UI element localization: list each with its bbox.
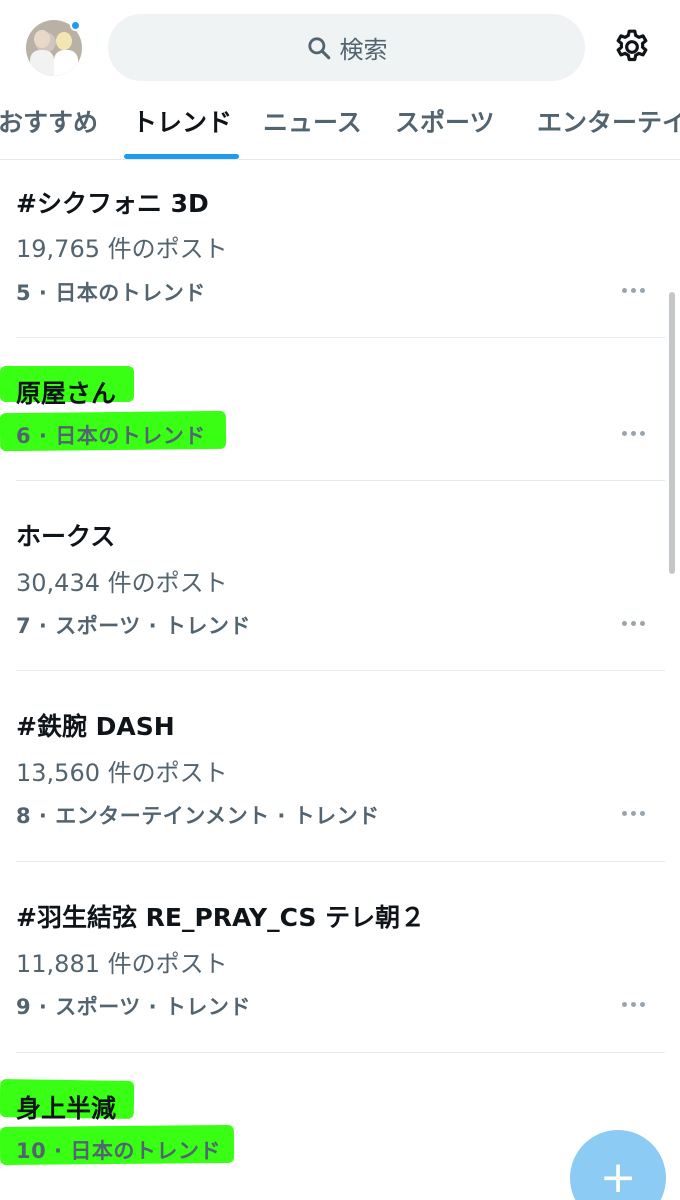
trend-item[interactable]: 原屋さん 6 · 日本のトレンド [0,338,665,480]
search-icon [307,36,330,59]
tab-recommended[interactable]: おすすめ [0,96,98,160]
more-icon[interactable] [622,284,654,296]
avatar-face [56,32,72,50]
trend-title: #羽生結弦 RE_PRAY_CS テレ朝２ [16,903,426,932]
more-icon[interactable] [622,807,654,819]
trend-context: 7 · スポーツ · トレンド [16,614,251,638]
trend-title: 身上半減 [16,1094,117,1123]
trend-context: 9 · スポーツ · トレンド [16,995,251,1019]
trend-item[interactable]: ホークス 30,434 件のポスト 7 · スポーツ · トレンド [0,481,665,671]
tab-trending[interactable]: トレンド [132,96,232,160]
trend-title: 原屋さん [16,379,117,408]
notification-dot [70,20,81,31]
trend-title: #鉄腕 DASH [16,712,175,741]
active-tab-indicator [124,154,239,159]
trend-title: #シクフォニ 3D [16,189,209,218]
trend-context: 5 · 日本のトレンド [16,281,206,305]
tab-news[interactable]: ニュース [263,96,362,160]
trend-title: ホークス [16,522,116,551]
search-placeholder: 検索 [339,36,388,64]
more-icon[interactable] [622,427,654,439]
more-icon[interactable] [622,617,654,629]
trend-item[interactable]: #シクフォニ 3D 19,765 件のポスト 5 · 日本のトレンド [0,160,665,338]
tab-bar: おすすめ トレンド ニュース スポーツ エンターテイ [0,96,680,160]
tab-sports[interactable]: スポーツ [395,96,495,160]
trend-context: 6 · 日本のトレンド [16,424,206,448]
avatar-face [34,30,50,48]
trend-post-count: 13,560 件のポスト [16,759,228,787]
trend-post-count: 30,434 件のポスト [16,569,228,597]
trend-post-count: 11,881 件のポスト [16,950,228,978]
trend-context: 8 · エンターテインメント · トレンド [16,804,380,828]
avatar-figure [54,50,78,76]
trend-post-count: 19,765 件のポスト [16,235,228,263]
plus-icon: + [599,1152,637,1200]
trend-context: 10 · 日本のトレンド [16,1139,221,1163]
more-icon[interactable] [622,998,654,1010]
trend-item[interactable]: 身上半減 10 · 日本のトレンド [0,1053,665,1200]
gear-icon[interactable] [612,27,652,67]
trend-item[interactable]: #羽生結弦 RE_PRAY_CS テレ朝２ 11,881 件のポスト 9 · ス… [0,862,665,1052]
tab-entertainment[interactable]: エンターテイ [537,96,680,160]
avatar-figure [30,50,54,76]
top-bar: 検索 おすすめ トレンド ニュース スポーツ エンターテイ [0,0,680,160]
scrollbar[interactable] [669,292,675,574]
search-input[interactable]: 検索 [108,14,585,81]
trend-item[interactable]: #鉄腕 DASH 13,560 件のポスト 8 · エンターテインメント · ト… [0,671,665,861]
